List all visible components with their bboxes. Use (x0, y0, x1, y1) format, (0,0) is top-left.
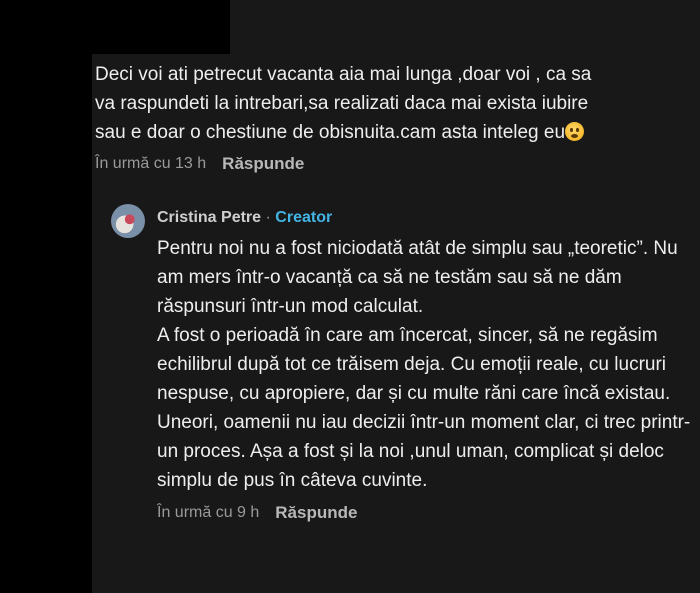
reply-time: În urmă cu 9 h (157, 504, 260, 521)
reply-button[interactable]: Răspunde (275, 503, 357, 523)
comment-line: Deci voi ati petrecut vacanta aia mai lu… (95, 64, 592, 85)
comment-text: Deci voi ati petrecut vacanta aia mai lu… (95, 60, 695, 147)
comment-line: sau e doar o chestiune de obisnuita.cam … (95, 122, 566, 143)
reply-text: Pentru noi nu a fost niciodată atât de s… (157, 234, 697, 495)
reply-button[interactable]: Răspunde (222, 154, 304, 174)
avatar[interactable] (111, 204, 145, 238)
reply-meta: În urmă cu 9 h Răspunde (157, 503, 697, 523)
reply-paragraph: Uneori, oamenii nu iau decizii într-un m… (157, 412, 691, 491)
thinking-face-emoji-icon (565, 122, 585, 141)
author-name[interactable]: Cristina Petre (157, 209, 261, 226)
reply-body: Cristina Petre · Creator Pentru noi nu a… (157, 208, 697, 523)
redacted-username (0, 0, 230, 54)
comment-line: va raspundeti la intrebari,sa realizati … (95, 93, 589, 114)
reply-header: Cristina Petre · Creator (157, 208, 697, 228)
creator-badge: Creator (275, 209, 333, 226)
reply-paragraph: A fost o perioadă în care am încercat, s… (157, 325, 671, 404)
comment: Deci voi ati petrecut vacanta aia mai lu… (95, 60, 695, 174)
redacted-area (0, 0, 92, 593)
reply-paragraph: Pentru noi nu a fost niciodată atât de s… (157, 238, 678, 317)
separator: · (265, 209, 271, 226)
comment-meta: În urmă cu 13 h Răspunde (95, 154, 695, 174)
comment-time: În urmă cu 13 h (95, 155, 207, 172)
